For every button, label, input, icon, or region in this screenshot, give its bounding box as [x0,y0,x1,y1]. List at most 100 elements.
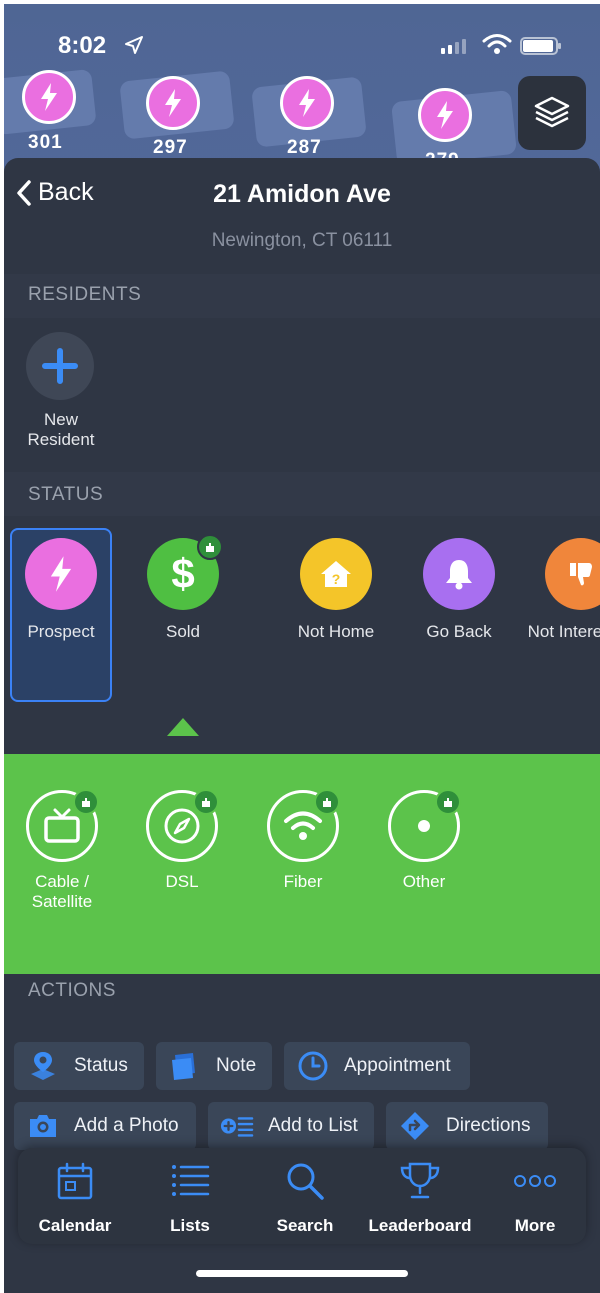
dollar-icon: $ [171,550,195,597]
address-subtitle: Newington, CT 06111 [211,230,393,251]
status-circle [25,538,97,610]
plus-icon [42,348,78,384]
dot-icon [418,820,430,832]
house-question-icon: ? [321,561,351,587]
lightning-icon [50,556,72,592]
actions-section-label: ACTIONS [28,980,116,1001]
notes-icon [172,1053,195,1080]
status-section-label: STATUS [28,484,104,505]
thumbs-down-icon [570,563,592,586]
tab-calendar[interactable]: Calendar [20,1158,130,1236]
more-icon [514,1175,556,1187]
page-title: 21 Amidon Ave [213,180,391,208]
tab-label: More [514,1216,556,1235]
compass-icon [164,808,200,844]
tab-label: Search [276,1216,334,1235]
sub-status-ring [267,789,340,862]
sub-status-label: Fiber [283,872,323,891]
sub-status-label: Cable / Satellite [31,872,93,911]
lightning-icon [165,89,181,117]
status-label: Not Home [297,622,375,641]
list-icon [172,1165,210,1196]
plugin-badge-icon [314,789,340,815]
directions-icon [401,1112,429,1140]
camera-icon [30,1115,56,1137]
status-action-button[interactable]: Status [14,1042,144,1090]
note-action-button[interactable]: Note [156,1042,272,1090]
tab-search[interactable]: Search [250,1158,360,1236]
sub-status-ring [388,789,461,862]
bell-icon [446,560,472,590]
map-pin[interactable] [22,70,76,124]
cell-signal-icon [441,38,466,54]
svg-text:?: ? [332,571,341,587]
tab-more[interactable]: More [480,1158,590,1236]
status-circle: $ [147,534,223,610]
add-photo-action-button[interactable]: Add a Photo [14,1102,196,1150]
lightning-icon [299,89,315,117]
plugin-badge-icon [435,789,461,815]
layers-icon [534,96,570,128]
tab-label: Lists [170,1216,210,1235]
lightning-icon [437,101,453,129]
tab-label: Leaderboard [368,1216,472,1235]
address-detail-sheet: Back 21 Amidon Ave Newington, CT 06111 R… [4,158,600,1293]
status-label: Not Interested [527,622,600,641]
sub-status-ring [146,789,219,862]
status-label: Go Back [426,622,492,641]
pin-label: 301 [28,132,63,153]
home-indicator[interactable] [196,1270,408,1277]
trophy-icon [400,1162,440,1199]
sub-status-cable[interactable]: Cable / Satellite [12,789,112,912]
calendar-icon [57,1162,93,1200]
status-label: Sold [165,622,201,641]
directions-action-button[interactable]: Directions [386,1102,548,1150]
clock-icon [298,1051,328,1081]
sub-status-ring [26,789,99,862]
map-pin[interactable] [418,88,472,142]
new-resident-circle [26,332,94,400]
status-prospect[interactable]: Prospect [6,538,116,642]
map-pin-icon [31,1052,55,1080]
tab-label: Calendar [38,1216,112,1235]
status-circle [423,538,495,610]
action-label: Appointment [344,1055,451,1076]
status-not-home[interactable]: ? Not Home [281,538,391,642]
pin-label: 297 [153,137,188,158]
action-label: Add a Photo [74,1115,179,1136]
location-arrow-icon [125,36,143,54]
add-list-icon [220,1117,254,1137]
tab-leaderboard[interactable]: Leaderboard [365,1158,475,1236]
sub-status-other[interactable]: Other [374,789,474,892]
wifi-icon [482,34,512,54]
clock: 8:02 [58,32,107,59]
sub-status-dsl[interactable]: DSL [132,789,232,892]
plugin-badge-icon [197,534,223,560]
status-sold[interactable]: $ Sold [128,534,238,642]
appointment-action-button[interactable]: Appointment [284,1042,470,1090]
tab-bar: Calendar Lists Search Leaderboard More [18,1148,586,1244]
app-screen: 8:02 301 297 287 Back 21 Amidon Ave Newi… [4,4,600,1293]
new-resident-button[interactable]: New Resident [26,332,96,450]
search-icon [287,1163,324,1200]
sub-status-fiber[interactable]: Fiber [253,789,353,892]
wifi-icon [284,811,322,840]
layers-button[interactable] [518,76,586,150]
tab-lists[interactable]: Lists [135,1158,245,1236]
status-not-interested[interactable]: Not Interested [526,538,600,642]
tv-icon [44,808,80,843]
action-label: Add to List [268,1115,358,1136]
selection-pointer [167,718,199,736]
action-label: Directions [446,1115,531,1136]
add-to-list-action-button[interactable]: Add to List [208,1102,374,1150]
map-pin[interactable] [280,76,334,130]
status-go-back[interactable]: Go Back [404,538,514,642]
battery-icon [520,37,561,55]
pin-label: 287 [287,137,322,158]
status-label: Prospect [27,622,95,641]
action-label: Status [74,1055,128,1076]
map-pin[interactable] [146,76,200,130]
sub-status-panel: Cable / Satellite DSL Fiber Other [4,754,600,974]
status-circle: ? [300,538,372,610]
plugin-badge-icon [193,789,219,815]
